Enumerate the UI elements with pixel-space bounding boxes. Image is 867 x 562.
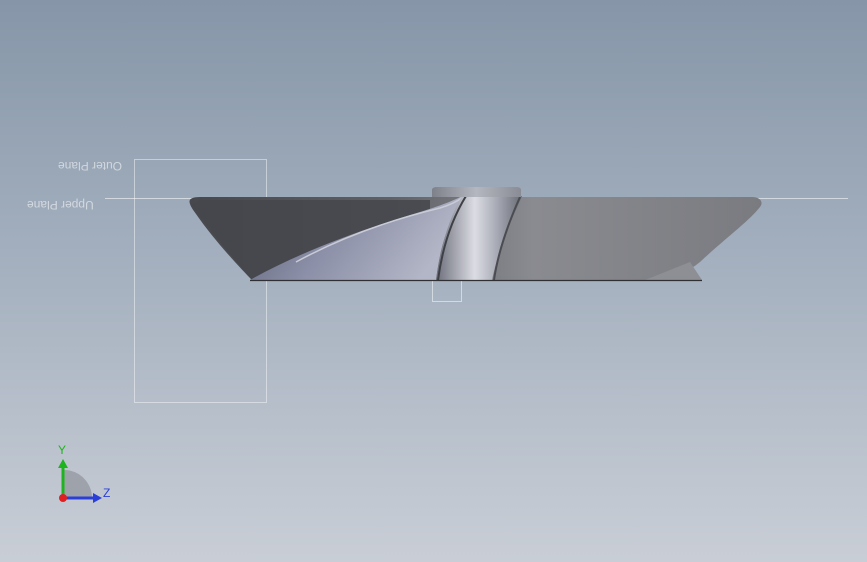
upper-plane-label[interactable]: Upper Plane — [27, 198, 94, 212]
impeller-model[interactable] — [189, 187, 762, 282]
triad-y-arrow — [58, 459, 68, 468]
triad-z-arrow — [93, 493, 102, 503]
model-scene[interactable] — [0, 0, 867, 562]
outer-plane-label[interactable]: Outer Plane — [58, 159, 122, 173]
triad-quarter-disc — [64, 470, 92, 498]
graphics-viewport[interactable]: Outer Plane Upper Plane Y Z — [0, 0, 867, 562]
triad-z-label: Z — [103, 486, 111, 500]
triad-x-axis-dot — [59, 494, 67, 502]
triad-y-label: Y — [58, 443, 67, 457]
hub-cap[interactable] — [432, 187, 521, 197]
view-triad[interactable] — [58, 459, 102, 503]
hub-bore-outline[interactable] — [432, 278, 462, 302]
outer-plane-outline[interactable] — [134, 159, 267, 403]
